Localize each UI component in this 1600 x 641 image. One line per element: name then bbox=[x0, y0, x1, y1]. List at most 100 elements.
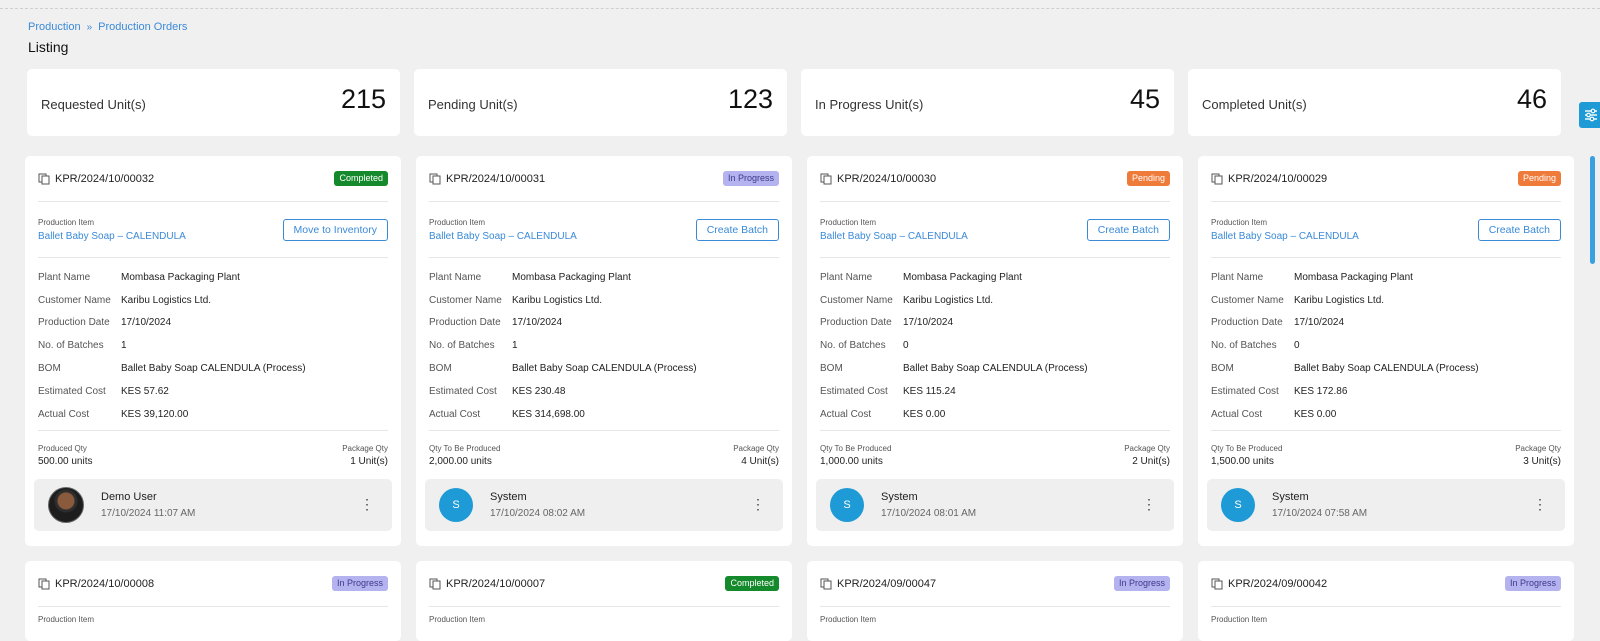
stat-pending: Pending Unit(s) 123 bbox=[414, 69, 787, 136]
production-item-link[interactable]: Ballet Baby Soap – CALENDULA bbox=[38, 231, 186, 242]
more-options-icon[interactable]: ⋮ bbox=[1142, 497, 1156, 511]
status-badge: In Progress bbox=[331, 576, 388, 591]
create-batch-button[interactable]: Create Batch bbox=[695, 218, 779, 241]
estimated-cost-value: KES 230.48 bbox=[512, 385, 566, 397]
customer-value: Karibu Logistics Ltd. bbox=[903, 294, 994, 306]
more-options-icon[interactable]: ⋮ bbox=[1533, 497, 1547, 511]
stat-completed: Completed Unit(s) 46 bbox=[1188, 69, 1561, 136]
package-qty-label: Package Qty bbox=[1124, 444, 1170, 454]
qty-label: Qty To Be Produced bbox=[429, 444, 501, 454]
stat-label: Requested Unit(s) bbox=[41, 97, 146, 112]
date-label: Production Date bbox=[38, 317, 110, 329]
production-item-label: Production Item bbox=[820, 615, 877, 624]
production-item-label: Production Item bbox=[38, 217, 95, 227]
breadcrumb-separator-icon: » bbox=[86, 21, 93, 33]
sliders-icon bbox=[1585, 108, 1597, 122]
scrollbar-thumb[interactable] bbox=[1590, 156, 1595, 264]
timestamp: 17/10/2024 08:01 AM bbox=[881, 508, 977, 519]
timestamp: 17/10/2024 08:02 AM bbox=[490, 508, 586, 519]
create-batch-button[interactable]: Create Batch bbox=[1477, 218, 1561, 241]
order-card: KPR/2024/09/00042 In Progress Production… bbox=[1198, 561, 1574, 641]
created-by: S System 17/10/2024 08:01 AM ⋮ bbox=[816, 479, 1174, 531]
stat-label: In Progress Unit(s) bbox=[815, 97, 924, 112]
production-item-label: Production Item bbox=[1211, 217, 1268, 227]
order-id-text: KPR/2024/10/00008 bbox=[55, 577, 155, 590]
move-to-inventory-button[interactable]: Move to Inventory bbox=[282, 218, 388, 241]
create-batch-button[interactable]: Create Batch bbox=[1086, 218, 1170, 241]
batches-value: 0 bbox=[1294, 340, 1300, 352]
status-badge: Completed bbox=[334, 171, 388, 186]
batches-value: 0 bbox=[903, 340, 909, 352]
order-id: KPR/2024/09/00047 bbox=[820, 578, 936, 590]
qty-value: 1,000.00 units bbox=[820, 456, 883, 468]
actual-cost-label: Actual Cost bbox=[820, 408, 872, 420]
order-id-text: KPR/2024/10/00032 bbox=[55, 172, 155, 185]
more-options-icon[interactable]: ⋮ bbox=[360, 497, 374, 511]
batches-label: No. of Batches bbox=[1211, 340, 1277, 352]
copy-icon[interactable] bbox=[820, 173, 832, 185]
filter-toggle-button[interactable] bbox=[1579, 102, 1600, 128]
stat-value: 123 bbox=[727, 84, 773, 114]
bom-value: Ballet Baby Soap CALENDULA (Process) bbox=[1294, 363, 1479, 375]
more-options-icon[interactable]: ⋮ bbox=[751, 497, 765, 511]
plant-value: Mombasa Packaging Plant bbox=[1294, 271, 1413, 283]
plant-value: Mombasa Packaging Plant bbox=[512, 271, 631, 283]
order-id: KPR/2024/10/00030 bbox=[820, 173, 936, 185]
bom-value: Ballet Baby Soap CALENDULA (Process) bbox=[512, 363, 697, 375]
created-by: S System 17/10/2024 08:02 AM ⋮ bbox=[425, 479, 783, 531]
copy-icon[interactable] bbox=[38, 578, 50, 590]
production-item-link[interactable]: Ballet Baby Soap – CALENDULA bbox=[1211, 231, 1359, 242]
stats-row: Requested Unit(s) 215 Pending Unit(s) 12… bbox=[27, 69, 1561, 136]
user-name: System bbox=[490, 491, 527, 503]
avatar bbox=[48, 487, 84, 523]
order-id: KPR/2024/10/00031 bbox=[429, 173, 545, 185]
estimated-cost-value: KES 57.62 bbox=[121, 385, 169, 397]
batches-label: No. of Batches bbox=[820, 340, 886, 352]
order-id-text: KPR/2024/09/00042 bbox=[1228, 577, 1328, 590]
date-label: Production Date bbox=[429, 317, 501, 329]
actual-cost-value: KES 314,698.00 bbox=[512, 408, 585, 420]
timestamp: 17/10/2024 07:58 AM bbox=[1272, 508, 1368, 519]
copy-icon[interactable] bbox=[38, 173, 50, 185]
bom-label: BOM bbox=[820, 363, 843, 375]
plant-label: Plant Name bbox=[820, 271, 873, 283]
bom-label: BOM bbox=[1211, 363, 1234, 375]
stat-value: 45 bbox=[1129, 84, 1160, 114]
page-title: Listing bbox=[28, 39, 69, 55]
date-value: 17/10/2024 bbox=[512, 317, 563, 329]
copy-icon[interactable] bbox=[429, 173, 441, 185]
batches-label: No. of Batches bbox=[429, 340, 495, 352]
copy-icon[interactable] bbox=[1211, 578, 1223, 590]
estimated-cost-value: KES 115.24 bbox=[903, 385, 956, 397]
package-qty-label: Package Qty bbox=[342, 444, 388, 454]
top-divider bbox=[0, 0, 1600, 9]
status-badge: In Progress bbox=[722, 171, 779, 186]
orders-grid: KPR/2024/10/00032 Completed Production I… bbox=[25, 156, 1574, 641]
production-item-link[interactable]: Ballet Baby Soap – CALENDULA bbox=[429, 231, 577, 242]
qty-label: Produced Qty bbox=[38, 444, 87, 454]
estimated-cost-label: Estimated Cost bbox=[1211, 385, 1279, 397]
copy-icon[interactable] bbox=[1211, 173, 1223, 185]
status-badge: In Progress bbox=[1113, 576, 1170, 591]
status-badge: Completed bbox=[725, 576, 779, 591]
actual-cost-label: Actual Cost bbox=[38, 408, 90, 420]
actual-cost-value: KES 0.00 bbox=[903, 408, 946, 420]
order-card: KPR/2024/10/00029 Pending Production Ite… bbox=[1198, 156, 1574, 546]
stat-requested: Requested Unit(s) 215 bbox=[27, 69, 400, 136]
breadcrumb-production-orders[interactable]: Production Orders bbox=[98, 21, 187, 33]
copy-icon[interactable] bbox=[820, 578, 832, 590]
order-id: KPR/2024/10/00008 bbox=[38, 578, 154, 590]
date-value: 17/10/2024 bbox=[121, 317, 172, 329]
customer-value: Karibu Logistics Ltd. bbox=[1294, 294, 1385, 306]
package-qty-value: 1 Unit(s) bbox=[350, 456, 388, 468]
breadcrumb-production[interactable]: Production bbox=[28, 21, 81, 33]
package-qty-label: Package Qty bbox=[733, 444, 779, 454]
status-badge: Pending bbox=[1126, 171, 1170, 186]
date-label: Production Date bbox=[1211, 317, 1283, 329]
customer-label: Customer Name bbox=[38, 294, 111, 306]
production-item-link[interactable]: Ballet Baby Soap – CALENDULA bbox=[820, 231, 968, 242]
order-id-text: KPR/2024/09/00047 bbox=[837, 577, 937, 590]
customer-label: Customer Name bbox=[1211, 294, 1284, 306]
avatar: S bbox=[1221, 488, 1255, 522]
copy-icon[interactable] bbox=[429, 578, 441, 590]
